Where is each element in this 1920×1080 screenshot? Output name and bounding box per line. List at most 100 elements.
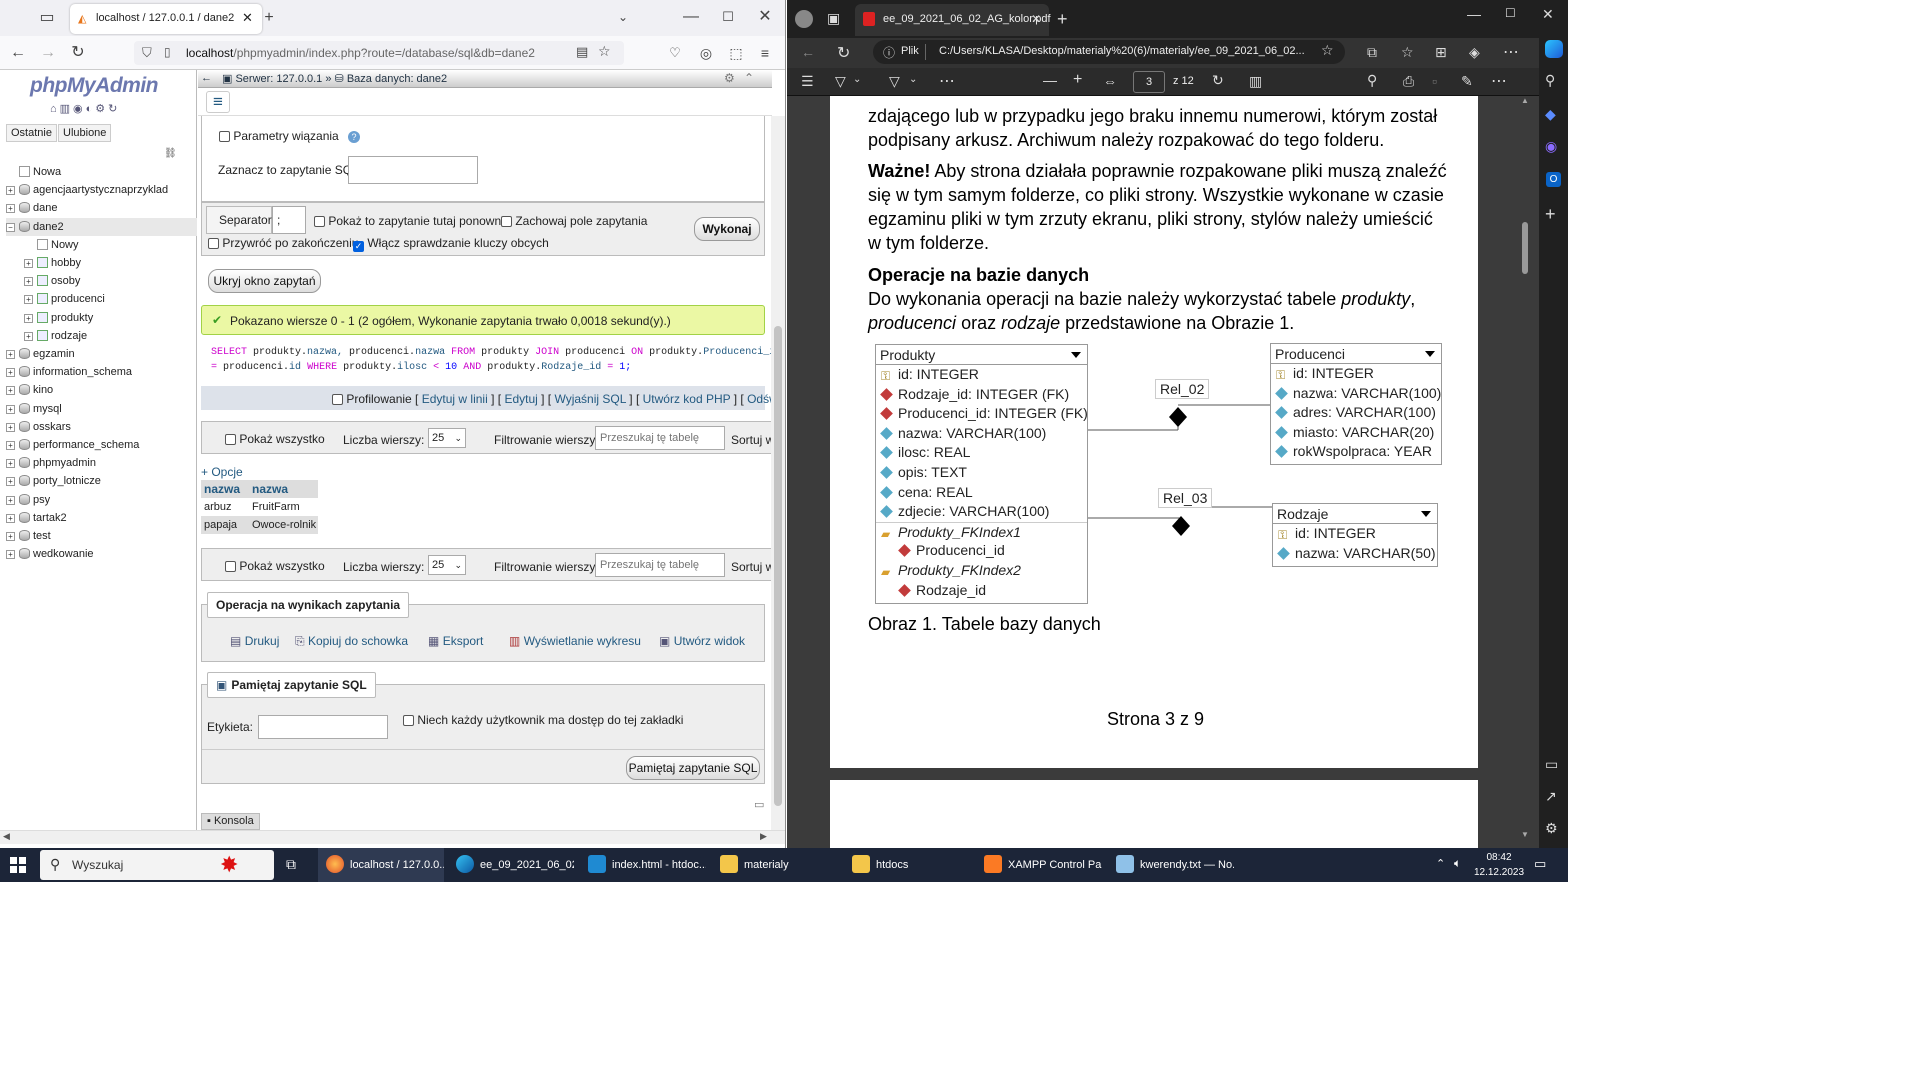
tree-database-item[interactable]: + phpmyadmin [6,454,96,472]
shopping-icon[interactable]: ◆ [1545,106,1556,123]
tree-database-item[interactable]: + tartak2 [6,509,67,527]
account-icon[interactable]: ◎ [695,42,717,64]
external-link-icon[interactable]: ↗ [1545,788,1557,805]
expand-icon[interactable]: + [6,404,15,414]
copy-clipboard-button[interactable]: ⎘ Kopiuj do schowka [295,634,408,649]
tree-table-item[interactable]: + hobby [24,254,81,272]
taskbar-firefox[interactable]: localhost / 127.0.0.... [318,848,444,882]
tree-database-item[interactable]: + psy [6,491,50,509]
tools-icon[interactable]: ◉ [1545,138,1557,155]
notifications-icon[interactable]: ▭ [1534,856,1546,872]
back-arrow-icon[interactable]: ← [801,44,815,60]
reload-icon[interactable]: ↻ [837,43,850,63]
tree-table-item[interactable]: + rodzaje [24,327,87,345]
back-arrow-icon[interactable]: ← [7,42,29,64]
page-settings-icon[interactable]: ▭ [754,798,764,811]
gear-icon[interactable]: ⚙ [724,71,735,85]
column-header[interactable]: nazwa [252,480,288,498]
menu-hamburger-icon[interactable]: ≡ [206,91,230,113]
scroll-left-icon[interactable]: ◀ [3,831,10,842]
tree-database-item[interactable]: + egzamin [6,345,75,363]
create-view-button[interactable]: ▣ Utwórz widok [659,634,745,648]
tree-new-item[interactable]: Nowy [24,236,79,254]
extensions-icon[interactable]: ⬚ [725,42,747,64]
new-tab-icon[interactable]: + [258,7,280,29]
favorites-icon[interactable]: ☆ [1401,44,1414,61]
horizontal-scrollbar[interactable]: ◀ ▶ [0,830,785,844]
outlook-icon[interactable]: O [1546,172,1561,187]
tree-database-item[interactable]: + information_schema [6,363,132,381]
link-edit[interactable]: Edytuj [504,392,537,406]
tree-database-item[interactable]: + agencjaartystycznaprzyklad [6,181,168,199]
scroll-up-icon[interactable]: ▲ [1521,96,1529,105]
console-toggle[interactable]: ▪ Konsola [201,813,260,830]
tray-chevron-up-icon[interactable]: ⌃ [1436,857,1445,870]
taskbar-folder-htdocs[interactable]: htdocs [844,848,970,882]
filter-input[interactable] [595,553,725,577]
highlight-icon[interactable]: ▽ [835,73,846,90]
rollback-checkbox[interactable] [208,238,219,249]
workspaces-icon[interactable]: ▣ [827,10,840,27]
options-link[interactable]: + Opcje [201,465,243,479]
expand-icon[interactable]: + [6,532,15,541]
zoom-in-icon[interactable]: + [1073,71,1082,89]
rows-select[interactable]: 25 ⌄ [428,428,466,448]
edge-address-bar[interactable]: ⓘ Plik C:/Users/KLASA/Desktop/materialy%… [873,40,1345,64]
taskbar-xampp[interactable]: XAMPP Control Pa... [976,848,1102,882]
fk-check-checkbox[interactable]: ✓ [353,241,364,252]
firefox-tab-phpmyadmin[interactable]: ◭ localhost / 127.0.0.1 / dane2 | p ✕ [70,4,262,34]
tree-database-item[interactable]: + wedkowanie [6,545,94,563]
tree-database-item[interactable]: + performance_schema [6,436,139,454]
expand-icon[interactable]: + [6,550,15,560]
add-sidebar-icon[interactable]: + [1545,204,1556,225]
split-screen-icon[interactable]: ⧉ [1367,44,1377,61]
bookmark-name-input[interactable] [258,715,388,739]
taskbar-search-box[interactable]: ⚲ Wyszukaj ✸ [40,850,274,880]
link-explain[interactable]: Wyjaśnij SQL [554,392,625,406]
tab-list-icon[interactable]: ▭ [36,7,58,29]
expand-icon[interactable]: + [24,277,33,287]
keep-box-checkbox[interactable] [501,216,512,227]
close-window-icon[interactable]: ✕ [754,6,776,28]
bookmark-share-checkbox[interactable] [403,715,414,726]
minimize-icon[interactable]: — [680,6,702,28]
edge-tab-pdf[interactable]: ee_09_2021_06_02_AG_kolor.pdf ✕ [855,4,1051,36]
save-as-icon[interactable]: ✎ [1461,73,1473,90]
tree-database-item[interactable]: − dane2 [6,217,197,236]
expand-icon[interactable]: + [6,386,15,396]
info-icon[interactable]: ⓘ [883,44,895,61]
breadcrumb-database[interactable]: Baza danych: dane2 [347,73,447,85]
expand-icon[interactable]: + [6,368,15,378]
pocket-icon[interactable]: ♡ [664,42,686,64]
tree-database-item[interactable]: + kino [6,381,53,399]
taskbar-clock[interactable]: 08:42 12.12.2023 [1470,850,1528,880]
chevron-down-icon[interactable]: ⌄ [853,74,861,85]
page-number-input[interactable]: 3 [1133,71,1165,93]
export-button[interactable]: ▦ Eksport [428,634,483,648]
chevron-down-icon[interactable]: ⌄ [612,6,634,28]
draw-icon[interactable]: ▽ [889,73,900,90]
search-icon[interactable]: ⚲ [1367,72,1377,89]
bookmark-select[interactable] [348,156,478,184]
zoom-out-icon[interactable]: — [1043,72,1057,88]
more-options-icon[interactable]: ⋯ [1491,71,1507,91]
windows-start-icon[interactable] [10,857,26,873]
tree-table-item[interactable]: + produkty [24,309,93,327]
tree-database-item[interactable]: + dane [6,199,57,217]
new-tab-icon[interactable]: + [1057,9,1068,30]
profiling-checkbox[interactable] [332,394,343,405]
show-all-checkbox[interactable] [225,561,236,572]
close-window-icon[interactable]: ✕ [1542,6,1554,23]
gear-icon[interactable]: ⚙ [1545,820,1558,837]
expand-icon[interactable]: + [6,204,15,214]
scroll-down-icon[interactable]: ▼ [1521,830,1529,839]
collapse-up-icon[interactable]: ⌃ [744,71,754,85]
copilot-icon[interactable]: ◈ [1469,44,1480,61]
collapse-icon[interactable]: − [6,222,15,232]
page-view-icon[interactable]: ▥ [1249,73,1262,90]
tree-database-item[interactable]: + porty_lotnicze [6,472,101,490]
chevron-down-icon[interactable]: ⌄ [909,74,917,85]
column-header[interactable]: nazwa [204,480,240,498]
expand-icon[interactable]: + [6,477,15,487]
tab-favorites[interactable]: Ulubione [58,124,112,142]
